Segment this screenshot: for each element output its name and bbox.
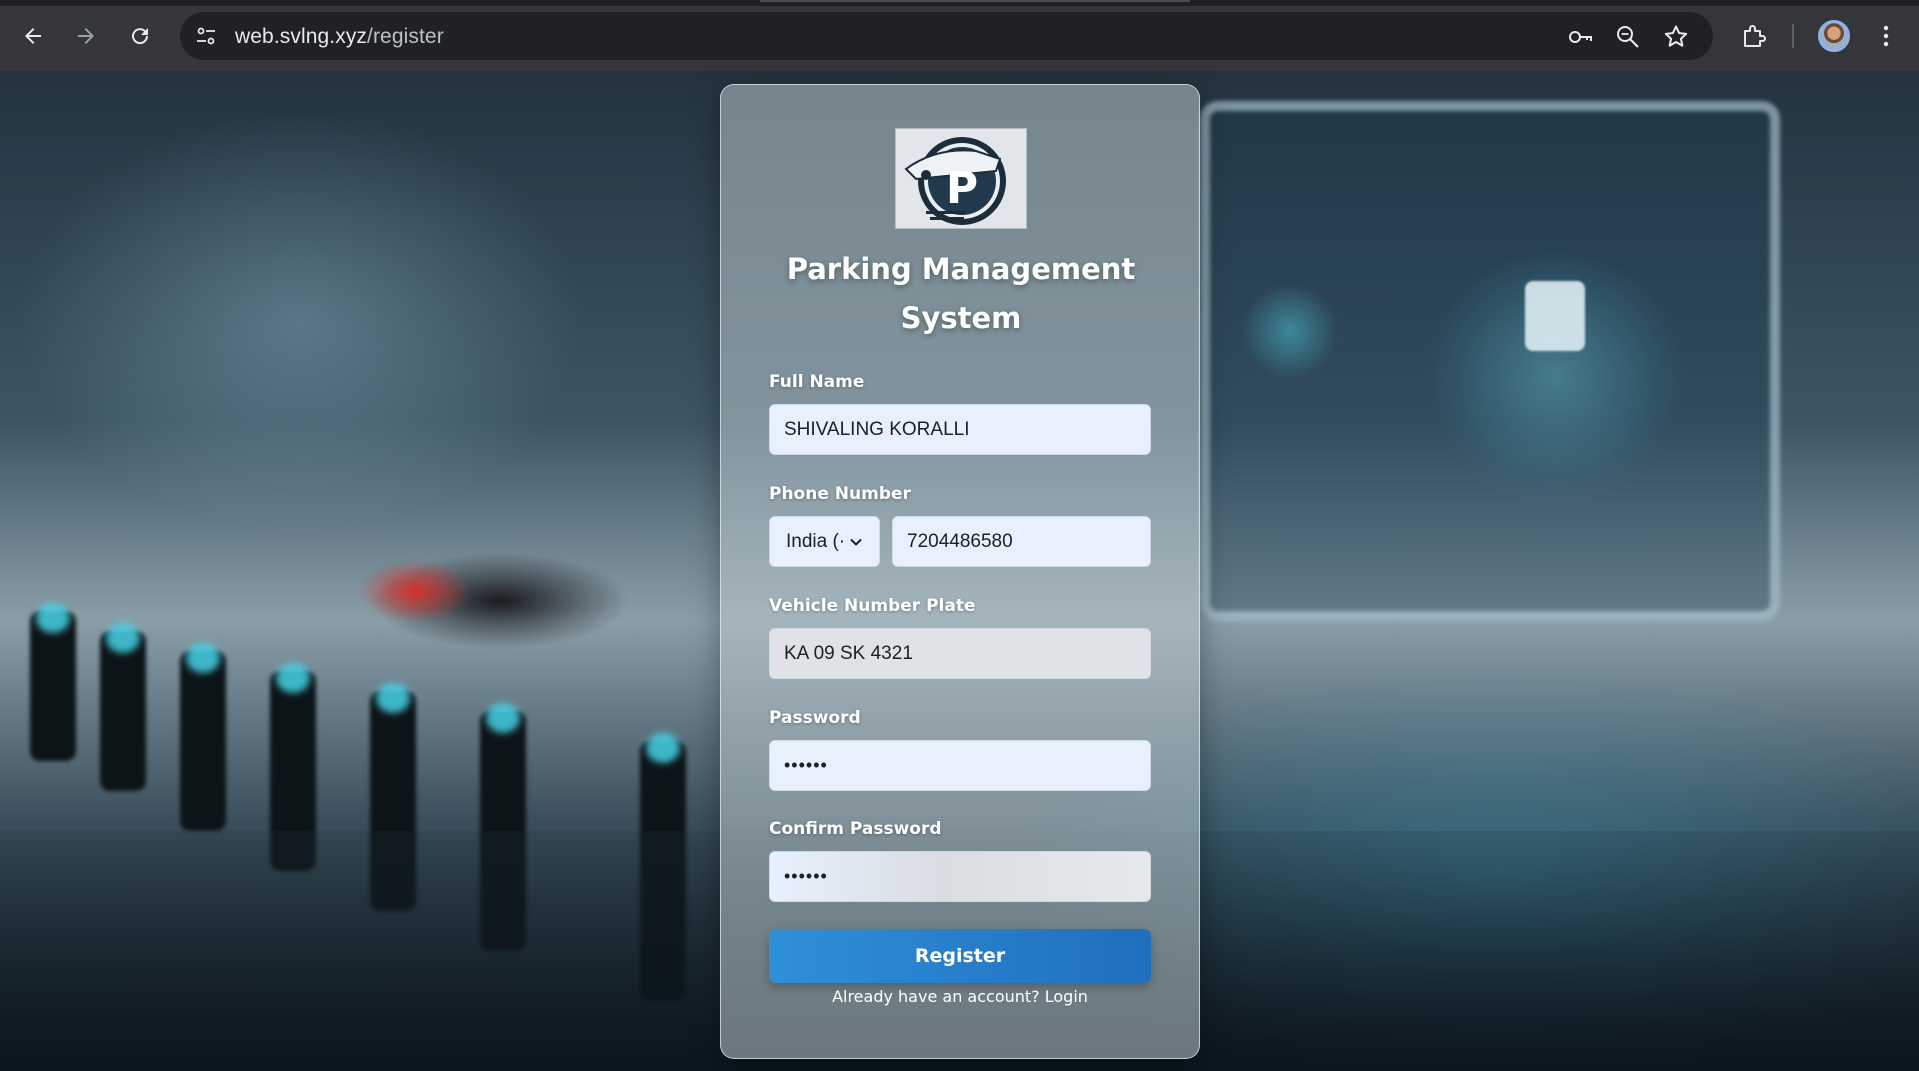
forward-button[interactable] [68, 18, 104, 54]
password-input[interactable]: •••••• [769, 740, 1151, 791]
confirm-password-label: Confirm Password [769, 819, 942, 839]
password-value: •••••• [784, 755, 828, 775]
full-name-label: Full Name [769, 372, 865, 392]
parking-logo: P [895, 128, 1027, 229]
country-code-value: India (· [786, 530, 846, 552]
parking-logo-graphic: P [896, 129, 1026, 228]
phone-number-input[interactable]: 7204486580 [892, 516, 1151, 567]
register-button[interactable]: Register [769, 929, 1151, 983]
login-prompt-text: Already have an account? [832, 987, 1040, 1006]
address-bar[interactable]: web.svlng.xyz/register [180, 12, 1713, 60]
zoom-icon[interactable] [1615, 24, 1641, 50]
background-bollard [180, 651, 226, 831]
reload-button[interactable] [122, 18, 158, 54]
vehicle-plate-label: Vehicle Number Plate [769, 596, 976, 616]
active-tab-indicator [760, 0, 1190, 2]
login-prompt: Already have an account? Login [769, 987, 1151, 1006]
svg-text:P: P [946, 163, 978, 214]
register-card: P Parking Management System Full Name SH… [720, 84, 1200, 1059]
extensions-icon [1744, 25, 1766, 47]
url-text[interactable]: web.svlng.xyz/register [235, 25, 444, 49]
page-background: P Parking Management System Full Name SH… [0, 71, 1919, 1071]
url-domain: web.svlng.xyz [235, 25, 368, 48]
chevron-down-icon [850, 538, 862, 546]
register-button-label: Register [914, 945, 1006, 967]
chrome-menu-button[interactable] [1868, 18, 1904, 54]
tab-strip [0, 0, 1919, 6]
confirm-password-value: •••••• [784, 866, 828, 886]
site-info-icon[interactable] [194, 24, 218, 48]
background-lock-graphic [1525, 281, 1585, 351]
background-bollard [30, 611, 76, 761]
browser-toolbar: web.svlng.xyz/register [0, 0, 1919, 71]
password-label: Password [769, 708, 861, 728]
password-key-icon[interactable] [1567, 24, 1593, 50]
back-button[interactable] [15, 18, 51, 54]
title-line-2: System [900, 301, 1022, 335]
url-path: /register [367, 25, 444, 48]
login-link[interactable]: Login [1045, 987, 1088, 1006]
country-code-select[interactable]: India (· [769, 516, 880, 567]
full-name-value: SHIVALING KORALLI [784, 418, 970, 440]
profile-avatar[interactable] [1818, 20, 1850, 52]
bookmark-star-icon[interactable] [1663, 24, 1689, 50]
phone-number-value: 7204486580 [907, 530, 1013, 552]
confirm-password-input[interactable]: •••••• [769, 851, 1151, 902]
background-security-screen [1200, 101, 1780, 621]
extensions-button[interactable] [1736, 18, 1772, 54]
vehicle-plate-value: KA 09 SK 4321 [784, 642, 913, 664]
back-icon [25, 28, 41, 44]
phone-number-label: Phone Number [769, 484, 911, 504]
toolbar-divider [1792, 24, 1794, 48]
page-title: Parking Management System [761, 245, 1161, 343]
forward-icon [78, 28, 94, 44]
vehicle-plate-input[interactable]: KA 09 SK 4321 [769, 628, 1151, 679]
background-bollard [100, 631, 146, 791]
title-line-1: Parking Management [786, 252, 1136, 286]
menu-kebab-icon [1883, 25, 1889, 47]
full-name-input[interactable]: SHIVALING KORALLI [769, 404, 1151, 455]
reload-icon [132, 28, 149, 45]
